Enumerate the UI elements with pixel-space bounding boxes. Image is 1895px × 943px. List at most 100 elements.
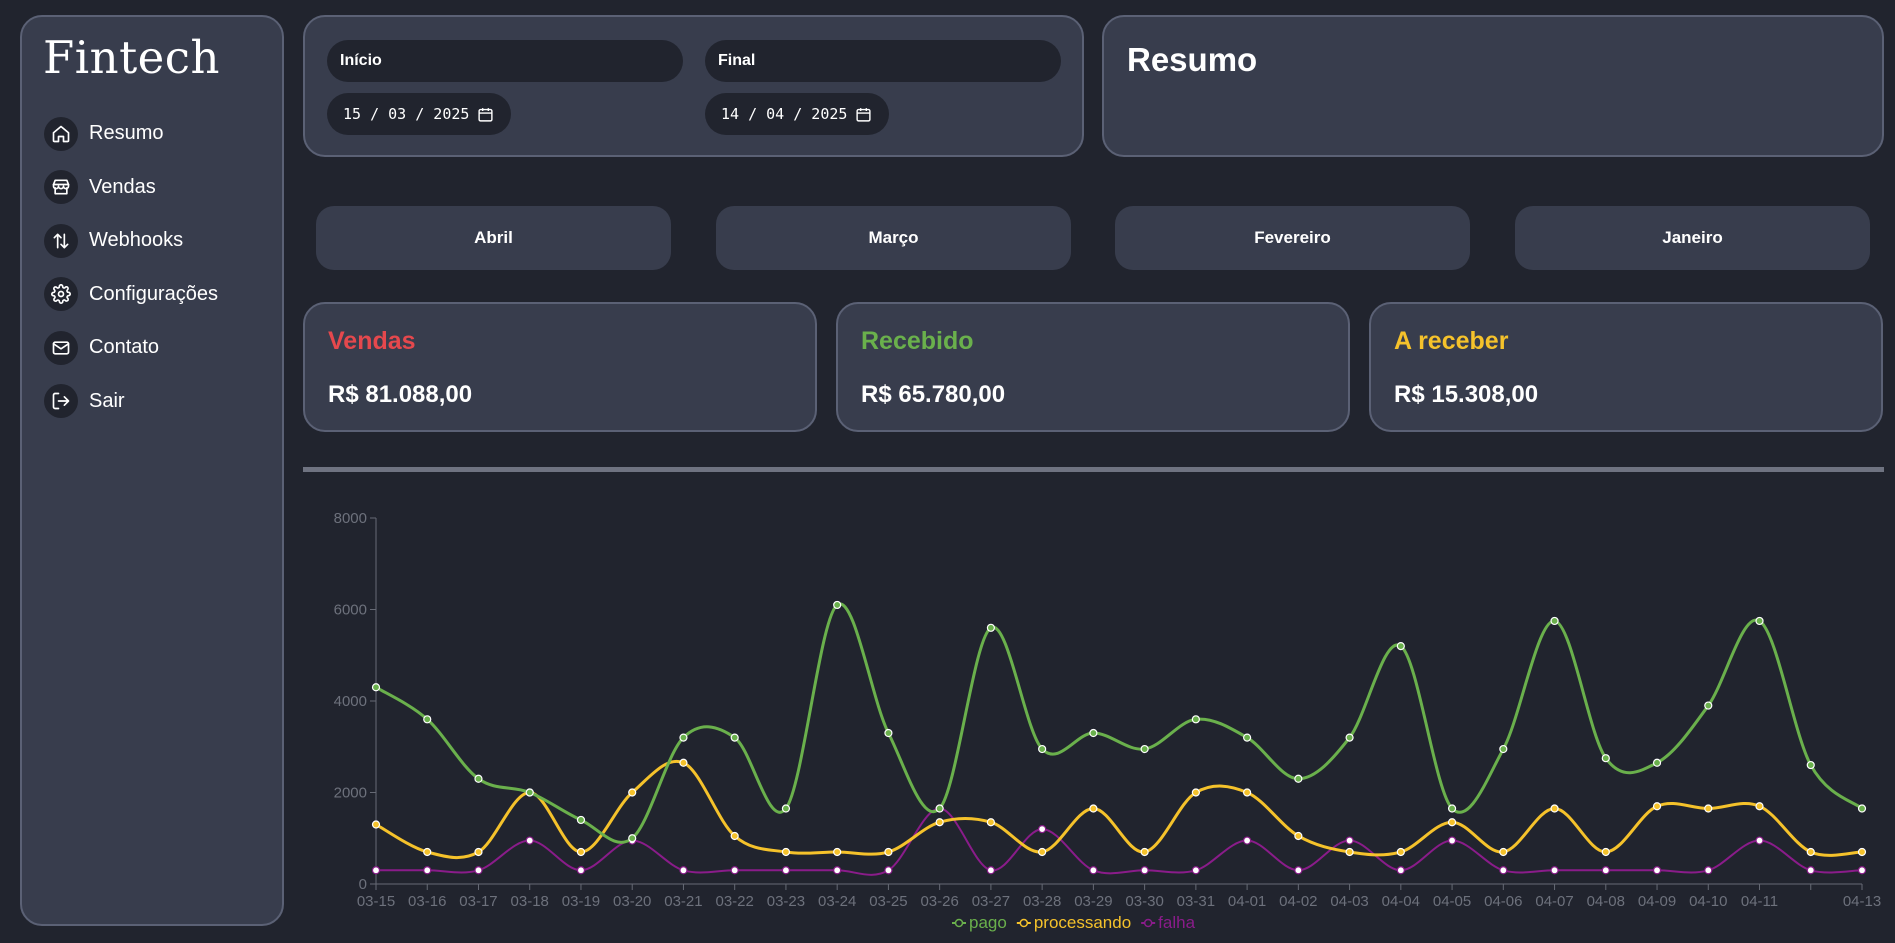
data-point-processando (1550, 804, 1559, 813)
stat-title: Recebido (861, 327, 974, 355)
data-point-pago (1704, 701, 1713, 710)
data-point-processando (371, 820, 381, 829)
x-tick-label: 03-19 (562, 893, 600, 910)
data-point-pago (1447, 804, 1457, 813)
x-tick-label: 03-29 (1074, 893, 1112, 910)
data-point-falha (1447, 836, 1457, 845)
arrows-icon (44, 223, 78, 258)
legend-marker-pago (954, 918, 964, 928)
data-point-falha (986, 866, 995, 875)
x-tick-label: 03-23 (767, 893, 805, 910)
y-tick-label: 6000 (334, 602, 367, 619)
stat-title: Vendas (328, 327, 416, 355)
series-line-processando (375, 759, 1863, 860)
stat-title: A receber (1394, 327, 1509, 355)
legend-label-falha: falha (1158, 913, 1195, 932)
data-point-processando (1755, 802, 1764, 811)
sidebar-item-webhooks[interactable]: Webhooks (44, 214, 218, 268)
month-button-marco[interactable]: Março (716, 206, 1071, 270)
data-point-pago (833, 600, 842, 610)
start-date-input[interactable]: 15 / 03 / 2025 (327, 93, 512, 135)
x-tick-label: 03-20 (613, 893, 651, 910)
stat-card-vendas: Vendas R$ 81.088,00 (303, 302, 817, 432)
data-point-pago (628, 834, 637, 843)
app-logo: Fintech (43, 31, 220, 84)
data-point-falha (1499, 866, 1508, 875)
data-point-processando (679, 758, 688, 767)
data-point-processando (833, 847, 842, 857)
data-point-processando (1447, 818, 1457, 827)
data-point-falha (423, 866, 432, 875)
data-point-processando (1038, 847, 1047, 857)
data-point-processando (1704, 804, 1713, 813)
sidebar-item-sair[interactable]: Sair (44, 375, 218, 429)
data-point-falha (679, 866, 688, 875)
data-point-processando (781, 847, 791, 857)
data-point-processando (1191, 788, 1200, 797)
data-point-pago (1294, 774, 1303, 783)
data-point-pago (423, 715, 432, 724)
home-icon (44, 116, 78, 151)
data-point-falha (781, 866, 791, 875)
data-point-processando (1857, 847, 1867, 857)
stat-value: R$ 15.308,00 (1394, 381, 1539, 408)
sidebar-item-label: Configurações (89, 282, 218, 305)
data-point-falha (1652, 866, 1662, 875)
month-button-fevereiro[interactable]: Fevereiro (1115, 206, 1470, 270)
x-tick-label: 03-17 (459, 893, 497, 910)
y-tick-label: 4000 (334, 693, 367, 710)
data-point-pago (1345, 733, 1354, 742)
sidebar-item-resumo[interactable]: Resumo (44, 107, 218, 161)
data-point-falha (1396, 866, 1405, 875)
sidebar-item-contato[interactable]: Contato (44, 321, 218, 375)
calendar-icon[interactable] (477, 106, 494, 123)
data-point-processando (576, 847, 586, 857)
summary-card: Resumo (1102, 15, 1884, 157)
data-point-processando (1499, 847, 1508, 857)
month-button-janeiro[interactable]: Janeiro (1515, 206, 1870, 270)
sidebar-item-configuracoes[interactable]: Configurações (44, 268, 218, 322)
x-tick-label: 03-21 (664, 893, 702, 910)
x-tick-label: 03-26 (920, 893, 958, 910)
x-tick-label: 04-08 (1587, 893, 1625, 910)
x-tick-label: 04-01 (1228, 893, 1266, 910)
start-date-label: Início (327, 40, 683, 82)
data-point-processando (474, 847, 483, 857)
y-tick-label: 2000 (334, 785, 367, 802)
data-point-pago (1652, 758, 1662, 767)
data-point-processando (1140, 847, 1149, 857)
x-tick-label: 04-09 (1638, 893, 1676, 910)
start-date-group: Início 15 / 03 / 2025 (327, 40, 683, 135)
sidebar: Fintech Resumo Vendas Webhooks Configura… (20, 15, 284, 926)
store-icon (44, 170, 78, 205)
series-line-pago (375, 602, 1863, 844)
data-point-falha (1294, 866, 1303, 875)
x-tick-label: 04-04 (1382, 893, 1420, 910)
end-date-label: Final (705, 40, 1061, 82)
sidebar-nav: Resumo Vendas Webhooks Configurações Con… (44, 107, 218, 428)
stat-card-a-receber: A receber R$ 15.308,00 (1369, 302, 1883, 432)
y-tick-label: 8000 (334, 510, 367, 527)
data-point-pago (1601, 754, 1610, 763)
mail-icon (44, 330, 78, 365)
data-point-processando (1089, 804, 1098, 813)
sidebar-item-vendas[interactable]: Vendas (44, 161, 218, 215)
x-tick-label: 03-15 (357, 893, 395, 910)
month-button-abril[interactable]: Abril (316, 206, 671, 270)
x-tick-label: 03-28 (1023, 893, 1061, 910)
sidebar-item-label: Sair (89, 389, 125, 412)
data-point-falha (576, 866, 586, 875)
end-date-value: 14 / 04 / 2025 (721, 105, 848, 123)
sidebar-item-label: Contato (89, 336, 160, 359)
calendar-icon[interactable] (855, 106, 872, 123)
end-date-input[interactable]: 14 / 04 / 2025 (705, 93, 890, 135)
page-title: Resumo (1127, 41, 1258, 78)
data-point-falha (1089, 866, 1098, 875)
x-tick-label: 03-30 (1125, 893, 1163, 910)
stat-value: R$ 81.088,00 (328, 381, 473, 408)
data-point-falha (1038, 825, 1047, 834)
data-point-pago (1550, 616, 1559, 626)
data-point-pago (679, 733, 688, 742)
data-point-pago (1396, 642, 1405, 651)
data-point-processando (986, 818, 995, 827)
